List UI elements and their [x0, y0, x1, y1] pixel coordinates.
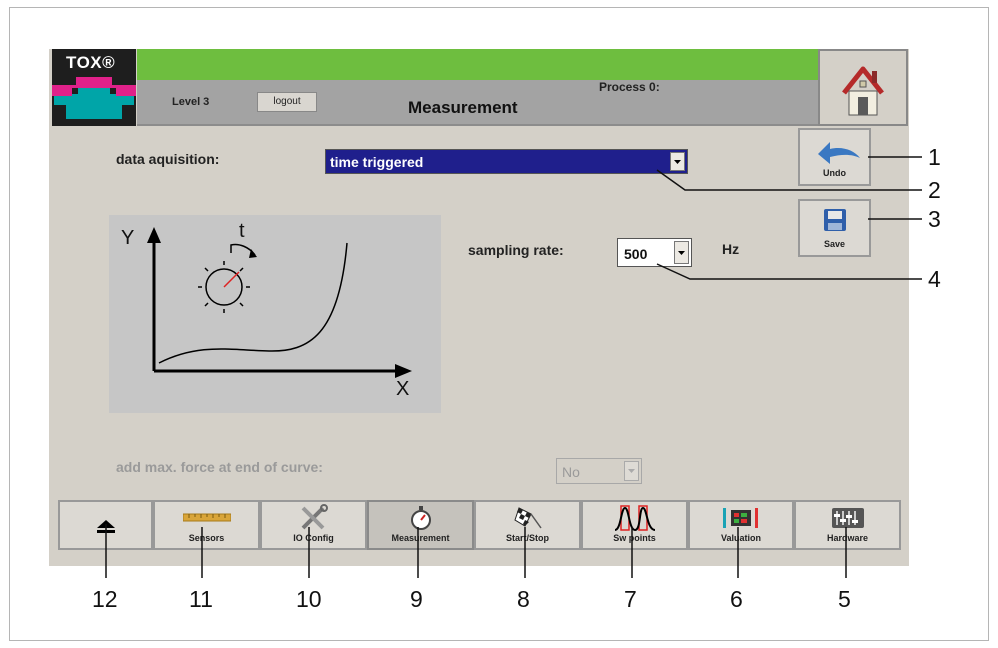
callout-1: 1	[928, 144, 941, 170]
eject-button[interactable]	[58, 500, 153, 550]
sampling-rate-value: 500	[624, 246, 648, 262]
sampling-rate-select[interactable]: 500	[617, 238, 692, 267]
process-label: Process 0:	[599, 80, 660, 94]
sampling-rate-label: sampling rate:	[468, 242, 564, 258]
sampling-rate-unit: Hz	[722, 241, 740, 257]
chevron-down-icon	[674, 241, 689, 264]
undo-label: Undo	[823, 168, 846, 178]
nav-valuation[interactable]: Valuation	[688, 500, 794, 550]
user-level: Level 3	[172, 96, 210, 108]
nav-valuation-label: Valuation	[720, 533, 761, 543]
data-acquisition-select[interactable]: time triggered	[325, 149, 688, 174]
bottom-nav: Sensors IO Config Measurement Start/Stop…	[58, 500, 901, 550]
stopwatch-icon	[410, 506, 431, 530]
nav-measurement[interactable]: Measurement	[367, 500, 474, 550]
data-acquisition-label: data aquisition:	[116, 151, 220, 167]
hardware-icon	[831, 508, 864, 528]
nav-sensors[interactable]: Sensors	[153, 500, 260, 550]
max-force-label: add max. force at end of curve:	[116, 459, 323, 475]
floppy-disk-icon	[824, 209, 846, 231]
nav-io-config-label: IO Config	[293, 533, 334, 543]
nav-measurement-label: Measurement	[391, 533, 450, 543]
nav-hardware[interactable]: Hardware	[794, 500, 901, 550]
save-button[interactable]: Save	[798, 199, 871, 257]
max-force-select: No	[556, 458, 642, 484]
graph-illustration	[147, 227, 412, 378]
eject-icon	[96, 520, 115, 533]
nav-sensors-label: Sensors	[188, 533, 225, 543]
time-triggered-graph: Y X t	[109, 215, 441, 413]
save-label: Save	[823, 239, 846, 249]
logout-button[interactable]: logout	[257, 92, 317, 112]
chevron-down-icon	[624, 461, 639, 481]
page-title: Measurement	[408, 98, 518, 117]
graph-t-label: t	[239, 220, 245, 242]
callout-3: 3	[928, 206, 941, 232]
tools-icon	[301, 504, 328, 530]
nav-hardware-label: Hardware	[826, 533, 869, 543]
ruler-icon	[182, 513, 231, 522]
data-acquisition-value: time triggered	[330, 154, 424, 170]
status-bar	[137, 49, 818, 80]
tox-logo: TOX®	[52, 49, 136, 126]
checkered-flag-icon	[513, 507, 542, 529]
logo-mark-icon	[52, 77, 136, 119]
valuation-icon	[723, 508, 758, 528]
home-icon	[842, 66, 884, 116]
callout-12: 12	[92, 586, 118, 612]
callout-8: 8	[517, 586, 530, 612]
graph-y-label: Y	[121, 227, 135, 249]
undo-button[interactable]: Undo	[798, 128, 871, 186]
home-button[interactable]	[818, 49, 908, 126]
chevron-down-icon	[670, 152, 685, 171]
callout-6: 6	[730, 586, 743, 612]
callout-2: 2	[928, 177, 941, 203]
callout-5: 5	[838, 586, 851, 612]
callout-9: 9	[410, 586, 423, 612]
undo-arrow-icon	[818, 142, 860, 164]
callout-11: 11	[189, 586, 213, 612]
nav-start-stop-label: Start/Stop	[505, 533, 549, 543]
switch-points-icon	[614, 505, 655, 532]
max-force-value: No	[562, 464, 580, 480]
callout-10: 10	[296, 586, 322, 612]
nav-sw-points[interactable]: Sw points	[581, 500, 688, 550]
nav-start-stop[interactable]: Start/Stop	[474, 500, 581, 550]
callout-7: 7	[624, 586, 637, 612]
nav-io-config[interactable]: IO Config	[260, 500, 367, 550]
graph-x-label: X	[396, 378, 410, 400]
nav-sw-points-label: Sw points	[613, 533, 656, 543]
callout-4: 4	[928, 266, 941, 292]
